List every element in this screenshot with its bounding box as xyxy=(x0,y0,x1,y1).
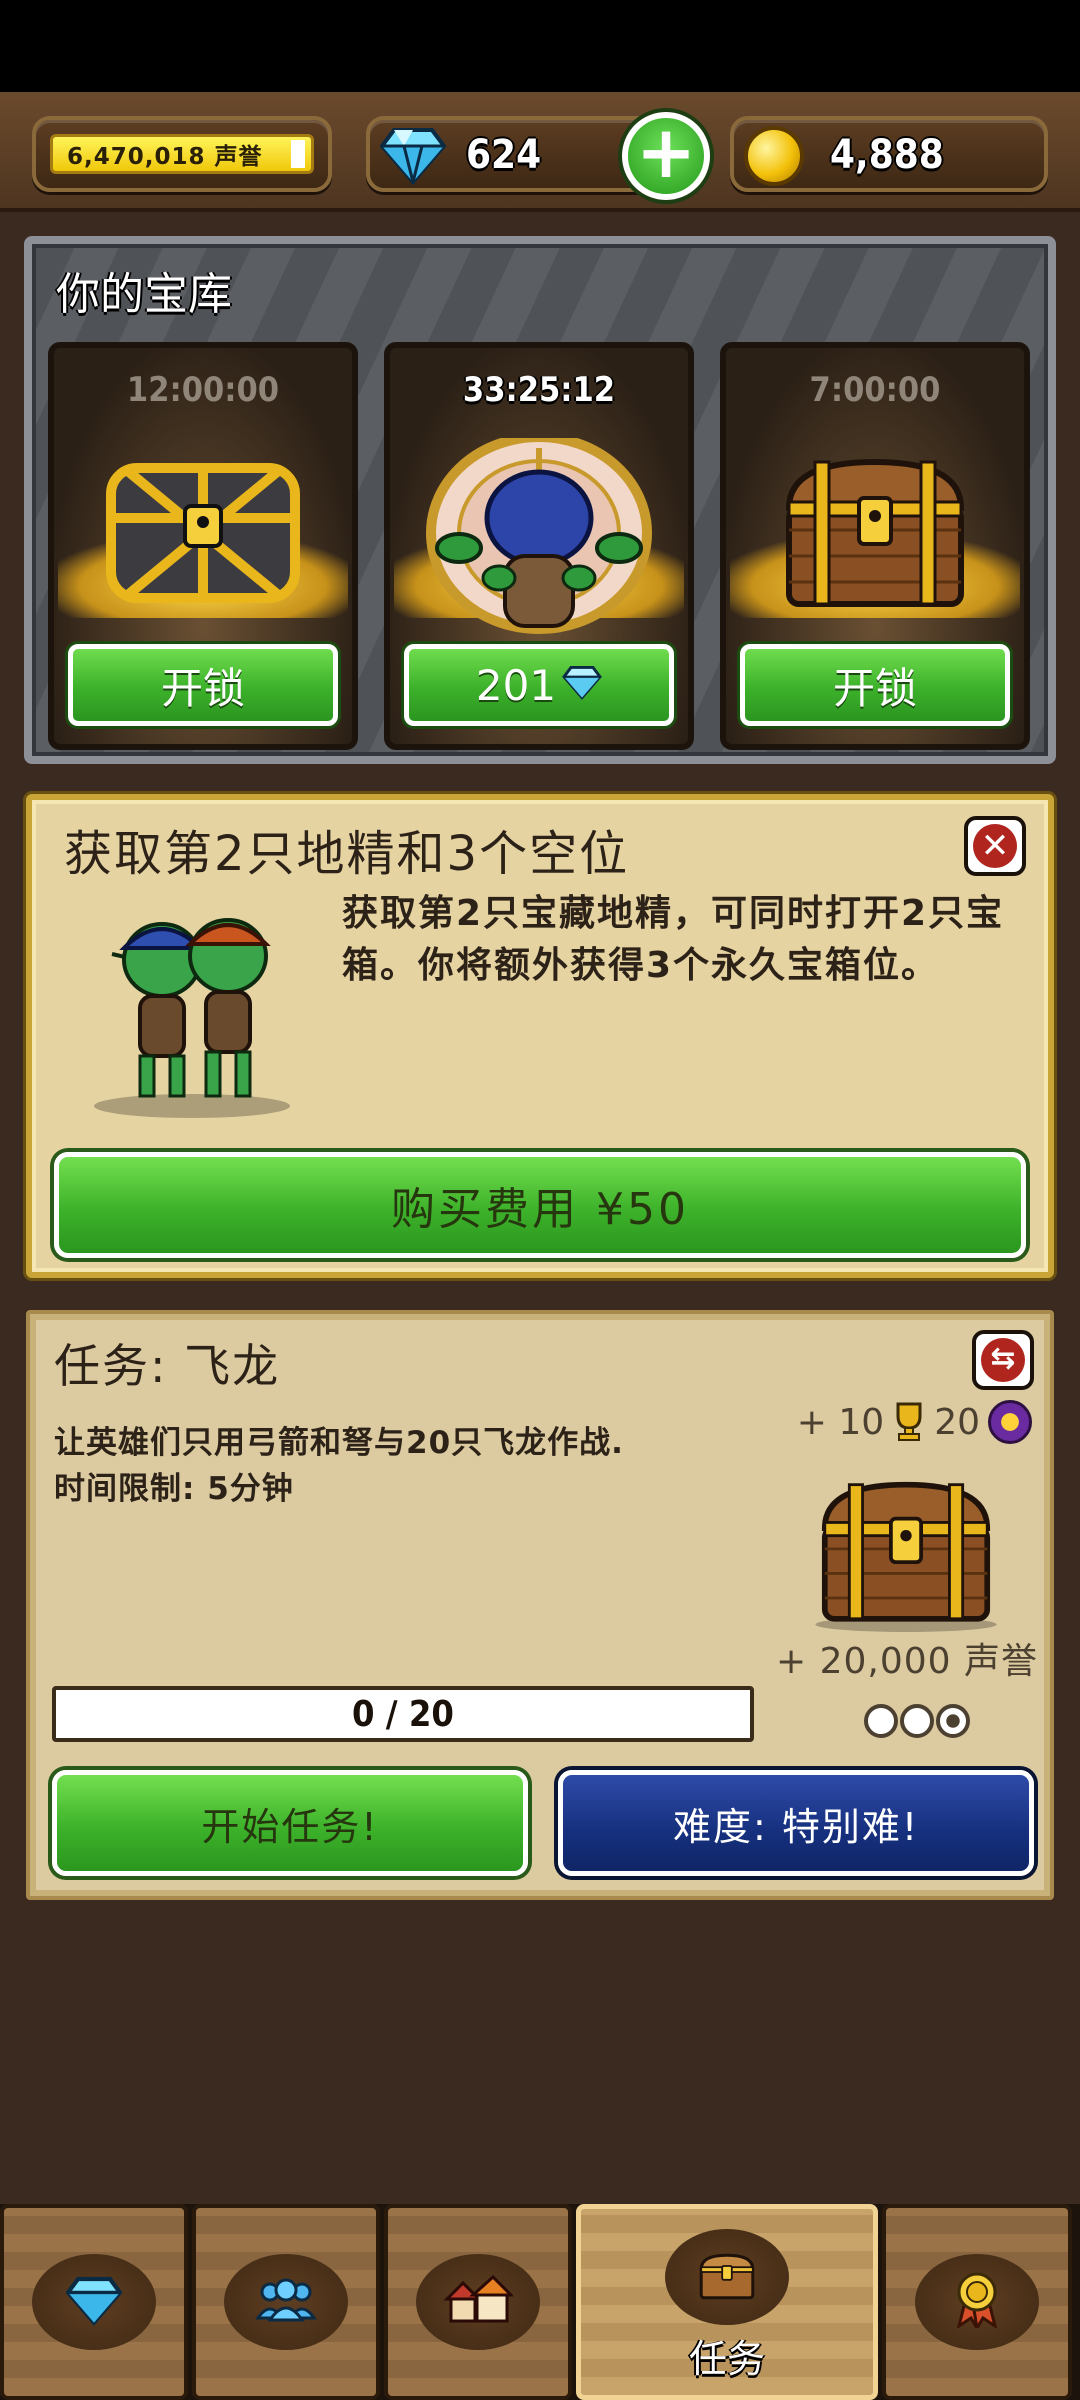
mission-objective: 让英雄们只用弓箭和弩与20只飞龙作战. xyxy=(54,1425,624,1461)
mission-description: 让英雄们只用弓箭和弩与20只飞龙作战. 时间限制: 5分钟 xyxy=(54,1420,774,1512)
close-icon: ✕ xyxy=(973,824,1017,868)
fame-reward: + 20,000 声誉 xyxy=(775,1641,1038,1682)
start-mission-label: 开始任务! xyxy=(201,1804,379,1849)
gem-count: 624 xyxy=(466,132,542,178)
fame-progress-bar: 6,470,018 声誉 xyxy=(50,134,314,174)
status-bar-area xyxy=(0,0,1080,92)
buy-offer-button[interactable]: 购买费用 ¥50 xyxy=(54,1152,1026,1258)
tab-shop[interactable] xyxy=(0,2204,188,2400)
tab-achievements[interactable] xyxy=(882,2204,1072,2400)
mission-rewards: + 10 20 xyxy=(797,1400,1032,1444)
chest-timer: 7:00:00 xyxy=(809,370,941,410)
coin-counter: 4,888 xyxy=(730,116,1048,192)
unlock-label: 开锁 xyxy=(832,663,917,713)
difficulty-button[interactable]: 难度: 特别难! xyxy=(558,1770,1034,1876)
iron-chest-icon xyxy=(93,438,313,622)
vault-title: 你的宝库 xyxy=(56,269,232,320)
reward-chest-icon xyxy=(806,1462,1006,1636)
ribbon-icon xyxy=(988,1400,1032,1444)
unlock-button[interactable]: 开锁 xyxy=(68,644,338,726)
ribbon-reward: 20 xyxy=(934,1401,980,1443)
diamond-icon xyxy=(562,661,602,710)
goblin-opening-chest-icon xyxy=(419,432,659,642)
chest-timer: 12:00:00 xyxy=(126,370,280,410)
tab-village[interactable] xyxy=(384,2204,572,2400)
difficulty-indicator xyxy=(864,1704,970,1738)
trophy-icon xyxy=(892,1402,926,1442)
mission-progress-bar: 0 / 20 xyxy=(52,1686,754,1742)
mission-panel: 任务: 飞龙 ⇆ 让英雄们只用弓箭和弩与20只飞龙作战. 时间限制: 5分钟 +… xyxy=(26,1310,1054,1900)
coin-count: 4,888 xyxy=(830,132,944,178)
speed-up-button[interactable]: 201 xyxy=(404,644,674,726)
plus-icon: + xyxy=(635,110,697,194)
swap-arrows-icon: ⇆ xyxy=(981,1338,1025,1382)
medal-icon xyxy=(955,2272,999,2333)
fame-value: 6,470,018 声誉 xyxy=(67,144,263,170)
chest-slot-2[interactable]: 33:25:12 201 xyxy=(384,342,694,750)
difficulty-dot xyxy=(864,1704,898,1738)
chest-slot-3[interactable]: 7:00:00 开锁 xyxy=(720,342,1030,750)
unlock-button[interactable]: 开锁 xyxy=(740,644,1010,726)
tab-missions[interactable]: 任务 xyxy=(576,2204,878,2400)
close-offer-button[interactable]: ✕ xyxy=(964,816,1026,876)
start-mission-button[interactable]: 开始任务! xyxy=(52,1770,528,1876)
speed-up-cost: 201 xyxy=(475,660,557,710)
heroes-icon xyxy=(254,2278,318,2326)
difficulty-label: 难度: 特别难! xyxy=(672,1804,920,1849)
tab-heroes[interactable] xyxy=(192,2204,380,2400)
tab-missions-label: 任务 xyxy=(688,2337,765,2381)
gold-coin-icon xyxy=(744,126,804,186)
trophy-reward: + 10 xyxy=(796,1401,885,1443)
mission-time-limit: 时间限制: 5分钟 xyxy=(54,1471,294,1507)
offer-description: 获取第2只宝藏地精，可同时打开2只宝箱。你将额外获得3个永久宝箱位。 xyxy=(342,893,1005,986)
wooden-chest-icon xyxy=(775,438,975,622)
buy-offer-label: 购买费用 ¥50 xyxy=(391,1184,689,1235)
buy-gems-button[interactable]: + xyxy=(622,112,710,200)
chest-icon xyxy=(695,2248,759,2306)
offer-title: 获取第2只地精和3个空位 xyxy=(64,826,630,882)
unlock-label: 开锁 xyxy=(160,663,245,713)
difficulty-dot xyxy=(936,1704,970,1738)
diamond-icon xyxy=(379,124,447,190)
difficulty-dot xyxy=(900,1704,934,1738)
goblin-offer-panel: 获取第2只地精和3个空位 ✕ 获取第2只宝藏地精，可同时打开2只宝箱。你将额外获… xyxy=(26,794,1054,1278)
vault-panel: 你的宝库 12:00:00 开锁 33:25:12 201 7:00:00 开锁 xyxy=(24,236,1056,764)
mission-progress-text: 0 / 20 xyxy=(352,1694,454,1735)
switch-mission-button[interactable]: ⇆ xyxy=(972,1330,1034,1390)
chest-slot-1[interactable]: 12:00:00 开锁 xyxy=(48,342,358,750)
diamond-icon xyxy=(65,2274,123,2330)
village-icon xyxy=(443,2274,515,2329)
fame-counter: 6,470,018 声誉 xyxy=(32,116,332,192)
chest-timer: 33:25:12 xyxy=(462,370,616,410)
goblin-pair-icon xyxy=(92,900,292,1124)
bottom-navigation: 任务 xyxy=(0,2204,1080,2400)
resource-bar: 6,470,018 声誉 624 4,888 xyxy=(0,92,1080,212)
mission-title: 任务: 飞龙 xyxy=(54,1339,281,1393)
